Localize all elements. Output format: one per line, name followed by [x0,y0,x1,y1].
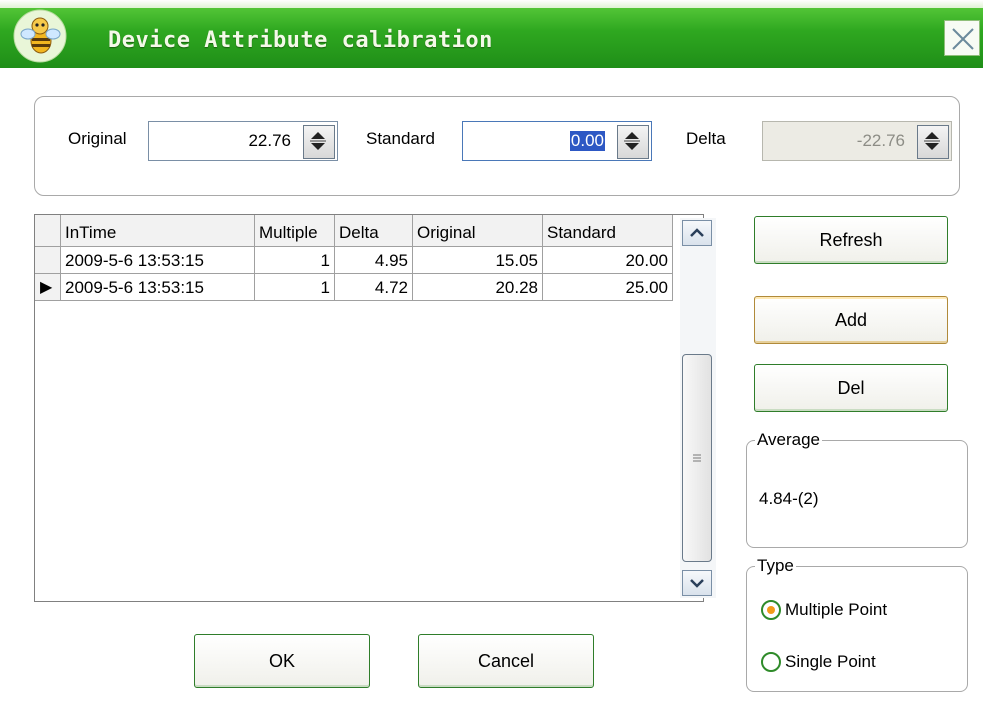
cancel-button-label: Cancel [477,651,535,671]
close-button[interactable] [944,20,980,56]
window-title: Device Attribute calibration [108,28,493,53]
scroll-up-icon [690,228,704,237]
scroll-down-button[interactable] [682,570,712,596]
spin-down-icon [311,143,325,150]
del-button[interactable]: Del [754,364,948,412]
grid-corner [35,215,61,247]
standard-value[interactable]: 0.00 [569,131,605,151]
average-value: 4.84-(2) [759,489,819,508]
row-indicator[interactable] [35,247,61,274]
col-header-delta[interactable]: Delta [335,215,413,247]
spin-up-icon [625,132,639,139]
type-title: Type [755,556,796,576]
table-cell[interactable]: 4.72 [335,274,413,301]
scroll-up-button[interactable] [682,220,712,246]
ok-button[interactable]: OK [194,634,370,688]
table-cell[interactable]: 15.05 [413,247,543,274]
col-header-standard[interactable]: Standard [543,215,673,247]
original-label: Original [68,129,127,148]
del-button-label: Del [837,378,865,398]
refresh-button[interactable]: Refresh [754,216,948,264]
delta-value: -22.76 [856,131,905,150]
col-header-original[interactable]: Original [413,215,543,247]
calibration-grid[interactable]: InTime Multiple Delta Original Standard … [34,214,704,602]
ok-button-label: OK [268,651,295,671]
delta-label: Delta [686,129,726,148]
average-group: Average 4.84-(2) [746,430,968,548]
cancel-button[interactable]: Cancel [418,634,594,688]
single-point-label[interactable]: Single Point [785,652,876,672]
original-spin-buttons[interactable] [303,125,335,159]
table-cell[interactable]: 20.28 [413,274,543,301]
table-cell[interactable]: 25.00 [543,274,673,301]
app-bee-icon [12,8,68,64]
spin-up-icon [925,132,939,139]
add-button[interactable]: Add [754,296,948,344]
delta-spin-buttons [917,125,949,159]
table-cell[interactable]: 20.00 [543,247,673,274]
col-header-intime[interactable]: InTime [61,215,255,247]
table-cell[interactable]: 2009-5-6 13:53:15 [61,274,255,301]
scroll-down-icon [690,579,704,588]
spin-down-icon [925,143,939,150]
table-cell[interactable]: 1 [255,247,335,274]
original-spinner[interactable]: 22.76 [148,121,338,161]
close-icon [952,28,974,50]
add-button-label: Add [834,310,868,330]
multiple-point-label[interactable]: Multiple Point [785,600,887,620]
scroll-thumb[interactable] [682,354,712,562]
row-pointer-icon: ▶ [40,279,53,296]
refresh-button-label: Refresh [819,230,883,250]
multiple-point-radio[interactable] [761,600,781,620]
spin-up-icon [311,132,325,139]
scroll-grip-icon [693,454,701,462]
row-indicator[interactable]: ▶ [35,274,61,301]
standard-spinner[interactable]: 0.00 [462,121,652,161]
delta-spinner: -22.76 [762,121,952,161]
table-cell[interactable]: 4.95 [335,247,413,274]
table-cell[interactable]: 2009-5-6 13:53:15 [61,247,255,274]
standard-label: Standard [366,129,435,148]
average-title: Average [755,430,823,450]
spin-down-icon [625,143,639,150]
original-value: 22.76 [248,131,291,150]
type-group: Type Multiple Point Single Point [746,556,968,692]
standard-spin-buttons[interactable] [617,125,649,159]
grid-scrollbar[interactable] [680,218,716,598]
single-point-radio[interactable] [761,652,781,672]
col-header-multiple[interactable]: Multiple [255,215,335,247]
table-cell[interactable]: 1 [255,274,335,301]
